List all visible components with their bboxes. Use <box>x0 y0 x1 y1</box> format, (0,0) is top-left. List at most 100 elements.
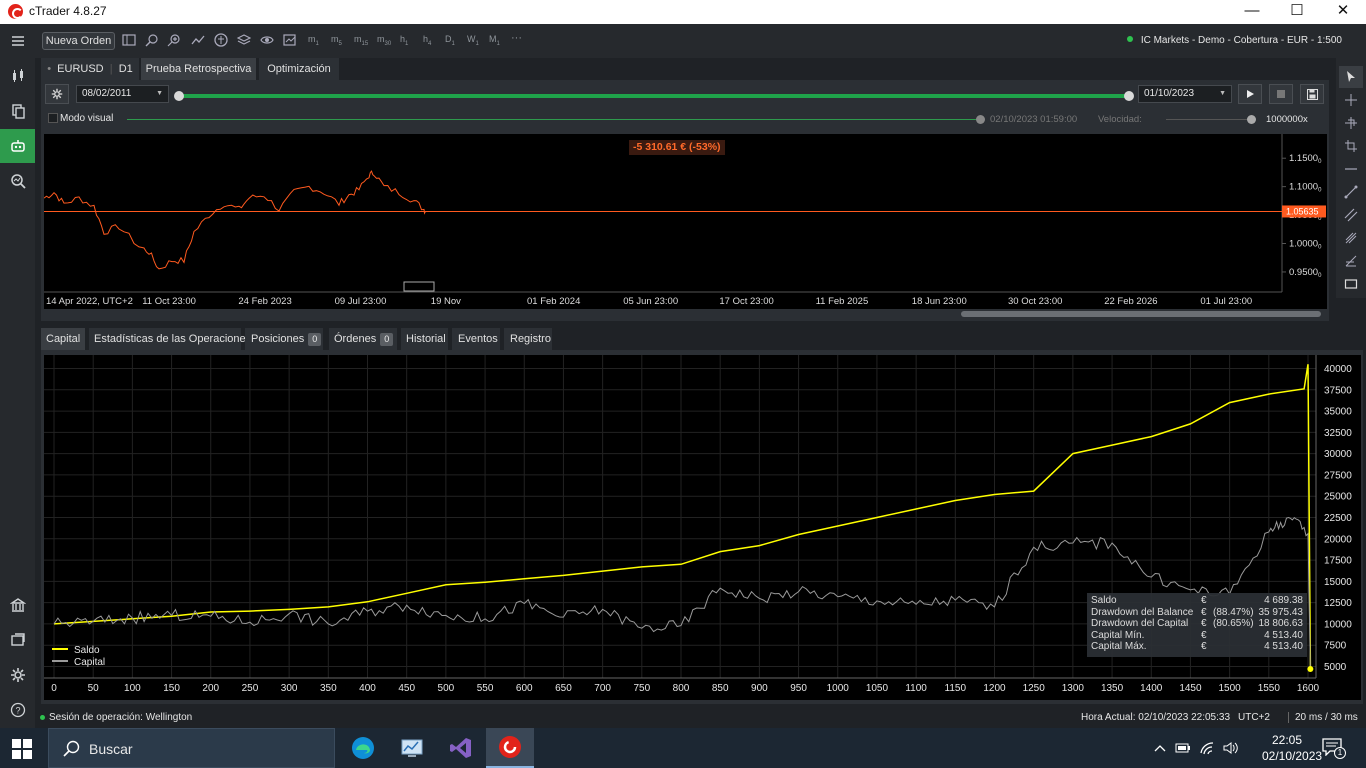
eye-icon[interactable] <box>259 32 275 48</box>
start-date-select[interactable]: 08/02/2011 ▼ <box>76 85 169 103</box>
tab-optimization[interactable]: Optimización <box>259 58 339 80</box>
sidebar-layouts[interactable] <box>0 623 35 657</box>
tab-history[interactable]: Historial <box>401 328 448 350</box>
battery-icon[interactable] <box>1175 740 1191 756</box>
stats-label: Capital Máx. <box>1091 641 1147 652</box>
equity-x-tick: 1000 <box>827 683 850 694</box>
chart-horizontal-scrollbar[interactable] <box>961 311 1321 317</box>
range-start-handle[interactable] <box>174 91 184 101</box>
timezone[interactable]: UTC+2 <box>1238 712 1270 723</box>
wifi-icon[interactable] <box>1199 740 1215 756</box>
taskbar-ctrader[interactable] <box>486 728 534 768</box>
alert-icon[interactable] <box>282 32 298 48</box>
zoom-in-icon[interactable] <box>166 32 182 48</box>
equity-chart[interactable]: 5000 7500 10000 12500 15000 17500 20000 22500 25… <box>44 355 1361 700</box>
pitchfork-tool[interactable] <box>1339 227 1363 249</box>
trendline-tool[interactable] <box>1339 181 1363 203</box>
sidebar-copy[interactable] <box>0 94 35 128</box>
speed-slider-track[interactable] <box>1166 119 1254 120</box>
price-chart[interactable]: 1.150001.100001.050001.000000.9500014 Ap… <box>44 134 1327 309</box>
taskbar-visual-studio[interactable] <box>437 728 485 768</box>
save-report-button[interactable] <box>1300 84 1324 104</box>
visual-mode-checkbox[interactable] <box>48 113 58 123</box>
speed-slider-handle[interactable] <box>1247 115 1256 124</box>
indicators-icon[interactable] <box>190 32 206 48</box>
price-x-tick: 09 Jul 23:00 <box>335 296 387 307</box>
volume-icon[interactable] <box>1222 740 1238 756</box>
equity-y-tick: 20000 <box>1324 534 1352 545</box>
timeframe-m5[interactable]: m5 <box>331 34 342 47</box>
end-date-select[interactable]: 01/10/2023 ▼ <box>1138 85 1232 103</box>
timeframe-d1[interactable]: D1 <box>445 34 455 47</box>
cbot-icon[interactable] <box>213 32 229 48</box>
channel-tool[interactable] <box>1339 204 1363 226</box>
menu-button[interactable] <box>0 24 35 58</box>
timeframe-m30[interactable]: m30 <box>377 34 391 47</box>
chart-scroll-handle[interactable] <box>403 281 435 292</box>
notifications-button[interactable]: 1 <box>1322 738 1346 760</box>
timeframe-mn1[interactable]: M1 <box>489 34 500 47</box>
monitor-app-icon <box>401 739 423 757</box>
timeframe-m15[interactable]: m15 <box>354 34 368 47</box>
chevron-up-icon[interactable] <box>1152 740 1168 756</box>
save-icon <box>1306 88 1318 100</box>
tab-positions[interactable]: Posiciones 0 <box>245 328 323 350</box>
tab-log[interactable]: Registro <box>504 328 552 350</box>
play-button[interactable] <box>1238 84 1262 104</box>
tab-backtesting[interactable]: Prueba Retrospectiva <box>141 58 256 80</box>
sidebar-settings[interactable] <box>0 658 35 692</box>
layers-icon[interactable] <box>236 32 252 48</box>
maximize-button[interactable]: ☐ <box>1274 0 1320 24</box>
cursor-tool[interactable] <box>1339 66 1363 88</box>
stats-value: 18 806.63 <box>1258 618 1304 629</box>
windows-start-icon[interactable] <box>12 739 32 759</box>
left-sidebar: ? <box>0 24 35 728</box>
backtest-range-track[interactable] <box>179 94 1132 98</box>
stats-label: Saldo <box>1091 595 1117 606</box>
timeframe-h1[interactable]: h1 <box>400 34 408 47</box>
more-timeframes-button[interactable]: ··· <box>511 32 522 44</box>
visual-progress-handle[interactable] <box>976 115 985 124</box>
equity-x-tick: 1500 <box>1219 683 1242 694</box>
timeframe-m1[interactable]: m1 <box>308 34 319 47</box>
tab-orders[interactable]: Órdenes 0 <box>329 328 397 350</box>
new-order-button[interactable]: Nueva Orden <box>42 32 115 50</box>
range-end-handle[interactable] <box>1124 91 1134 101</box>
taskbar-clock[interactable]: 22:05 02/10/2023 <box>1262 732 1322 764</box>
zoom-out-icon[interactable] <box>144 32 160 48</box>
crosshair-tool[interactable] <box>1339 89 1363 111</box>
sidebar-automate[interactable] <box>0 129 35 163</box>
timeframe-w1[interactable]: W1 <box>467 34 479 47</box>
equity-x-tick: 1550 <box>1258 683 1281 694</box>
minimize-button[interactable]: — <box>1229 0 1275 24</box>
candles-icon <box>12 69 23 82</box>
tab-chart-eurusd[interactable]: • EURUSD | D1 <box>41 58 139 80</box>
stop-button[interactable] <box>1269 84 1293 104</box>
tab-trade-statistics[interactable]: Estadísticas de las Operaciones <box>89 328 251 350</box>
backtest-settings-button[interactable] <box>45 84 69 104</box>
timeframe-h4[interactable]: h4 <box>423 34 431 47</box>
scissors-tool[interactable] <box>1339 135 1363 157</box>
sidebar-help[interactable]: ? <box>0 693 35 727</box>
taskbar-edge[interactable] <box>339 728 387 768</box>
horizontal-line-icon <box>1345 168 1357 170</box>
equity-x-tick: 250 <box>242 683 259 694</box>
measure-tool[interactable] <box>1339 112 1363 134</box>
taskbar-search[interactable]: Buscar <box>48 728 335 768</box>
tab-events[interactable]: Eventos <box>452 328 500 350</box>
close-button[interactable]: ✕ <box>1320 0 1366 24</box>
fibonacci-tool[interactable] <box>1339 250 1363 272</box>
tab-capital[interactable]: Capital <box>41 328 85 350</box>
hline-tool[interactable] <box>1339 158 1363 180</box>
account-info[interactable]: IC Markets - Demo - Cobertura - EUR - 1:… <box>1126 35 1342 46</box>
sidebar-trade[interactable] <box>0 59 35 93</box>
sidebar-bank[interactable] <box>0 588 35 622</box>
rectangle-tool[interactable] <box>1339 273 1363 295</box>
layout-icon[interactable] <box>121 32 137 48</box>
taskbar-app-monitor[interactable] <box>388 728 436 768</box>
drawing-toolbar <box>1336 58 1366 298</box>
equity-x-tick: 950 <box>790 683 807 694</box>
series-end-point <box>1307 666 1314 673</box>
equity-x-tick: 500 <box>438 683 455 694</box>
sidebar-analyze[interactable] <box>0 164 35 198</box>
